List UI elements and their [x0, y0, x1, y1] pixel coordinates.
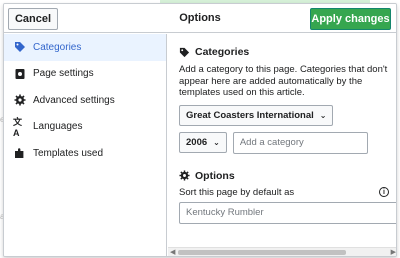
- language-icon: 文A: [13, 117, 23, 139]
- category-item-label: Great Coasters International: [186, 109, 314, 121]
- dialog-header: Cancel Options Apply changes: [4, 4, 396, 33]
- page-options-dialog: Cancel Options Apply changes Categories …: [3, 3, 397, 257]
- menu-item-languages[interactable]: 文A Languages: [4, 114, 166, 141]
- scroll-right-icon[interactable]: ▶: [391, 248, 396, 256]
- options-panel: Categories Add a category to this page. …: [168, 34, 396, 249]
- menu-item-advanced-settings[interactable]: Advanced settings: [4, 87, 166, 114]
- sort-key-label-row: Sort this page by default as i: [179, 187, 389, 198]
- categories-heading: Categories: [179, 46, 396, 58]
- sort-key-input[interactable]: Kentucky Rumbler: [179, 201, 396, 224]
- options-heading: Options: [179, 169, 396, 182]
- page-settings-icon: [13, 67, 27, 81]
- menu-item-label: Templates used: [33, 147, 104, 159]
- chevron-down-icon: ⌄: [213, 138, 220, 147]
- add-category-row: 2006 ⌄ Add a category: [179, 131, 396, 154]
- menu-item-templates-used[interactable]: Templates used: [4, 140, 166, 167]
- menu-item-categories[interactable]: Categories: [4, 34, 166, 61]
- scroll-left-icon[interactable]: ◀: [170, 248, 175, 256]
- categories-heading-label: Categories: [195, 46, 250, 58]
- horizontal-scrollbar[interactable]: ◀ ▶: [168, 247, 396, 256]
- menu-item-page-settings[interactable]: Page settings: [4, 61, 166, 88]
- year-category-dropdown[interactable]: 2006 ⌄: [179, 132, 227, 153]
- scrollbar-thumb[interactable]: [178, 250, 346, 255]
- gear-icon: [179, 170, 190, 181]
- categories-help-text: Add a category to this page. Categories …: [179, 64, 388, 98]
- add-category-input[interactable]: Add a category: [232, 131, 368, 154]
- menu-item-label: Page settings: [33, 68, 94, 80]
- options-menu: Categories Page settings Advanced settin…: [4, 34, 167, 256]
- menu-item-label: Advanced settings: [33, 94, 115, 106]
- year-category-label: 2006: [186, 137, 208, 148]
- info-icon[interactable]: i: [379, 187, 389, 197]
- chevron-down-icon: ⌄: [319, 110, 327, 120]
- tag-icon: [179, 47, 190, 57]
- menu-item-label: Categories: [33, 41, 82, 53]
- sort-key-label: Sort this page by default as: [179, 186, 295, 198]
- gear-icon: [13, 93, 27, 107]
- tag-icon: [13, 40, 27, 54]
- options-heading-label: Options: [195, 169, 235, 182]
- apply-changes-button[interactable]: Apply changes: [310, 8, 391, 30]
- puzzle-icon: [13, 146, 27, 160]
- category-item-dropdown[interactable]: Great Coasters International ⌄: [179, 104, 334, 126]
- menu-item-label: Languages: [33, 121, 83, 133]
